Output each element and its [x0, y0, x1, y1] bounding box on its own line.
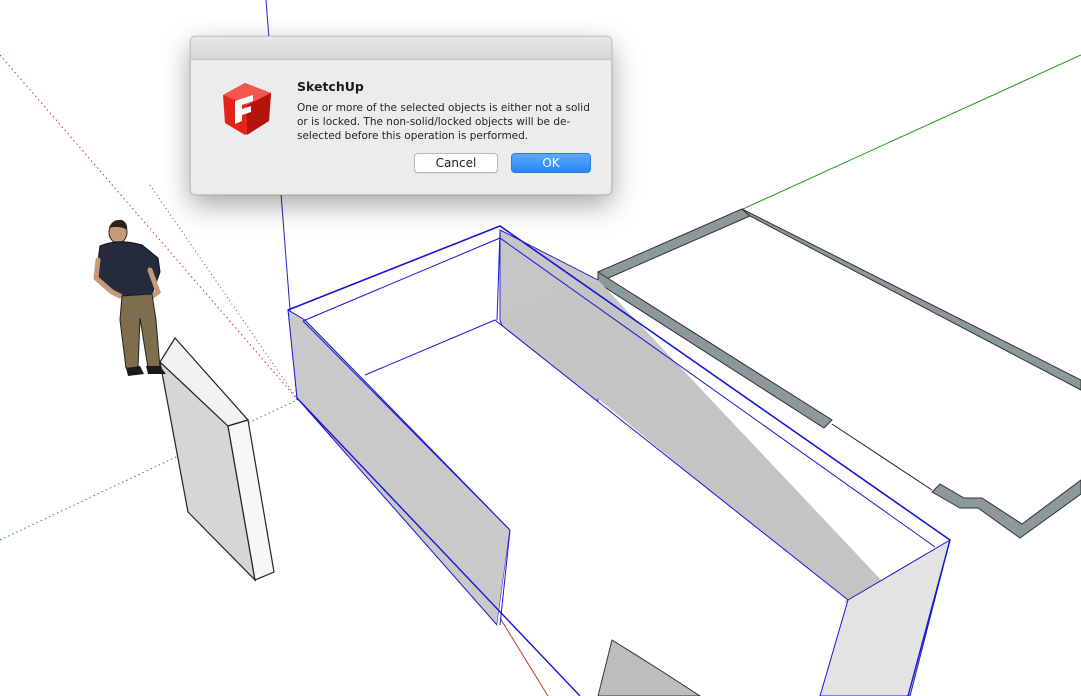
ok-button[interactable]: OK: [511, 153, 591, 173]
wall-slab-model[interactable]: [159, 337, 275, 582]
figure-pants: [119, 293, 161, 369]
sketchup-logo-icon: [223, 83, 271, 135]
floor-plan-edge: [831, 423, 933, 491]
figure-shoes: [126, 366, 166, 376]
cancel-button[interactable]: Cancel: [414, 153, 498, 173]
floor-plan-wall-top: [597, 208, 751, 280]
alert-dialog[interactable]: SketchUp One or more of the selected obj…: [190, 36, 612, 195]
dialog-message: One or more of the selected objects is e…: [297, 102, 590, 142]
room-partition-face: [597, 639, 701, 696]
dialog-title: SketchUp: [297, 79, 364, 94]
dialog-titlebar[interactable]: [191, 37, 611, 60]
floor-plan-wall-right: [741, 208, 1081, 391]
floor-plan-wall-bottom-segment: [931, 479, 1081, 539]
scale-figure-person[interactable]: [93, 219, 166, 376]
